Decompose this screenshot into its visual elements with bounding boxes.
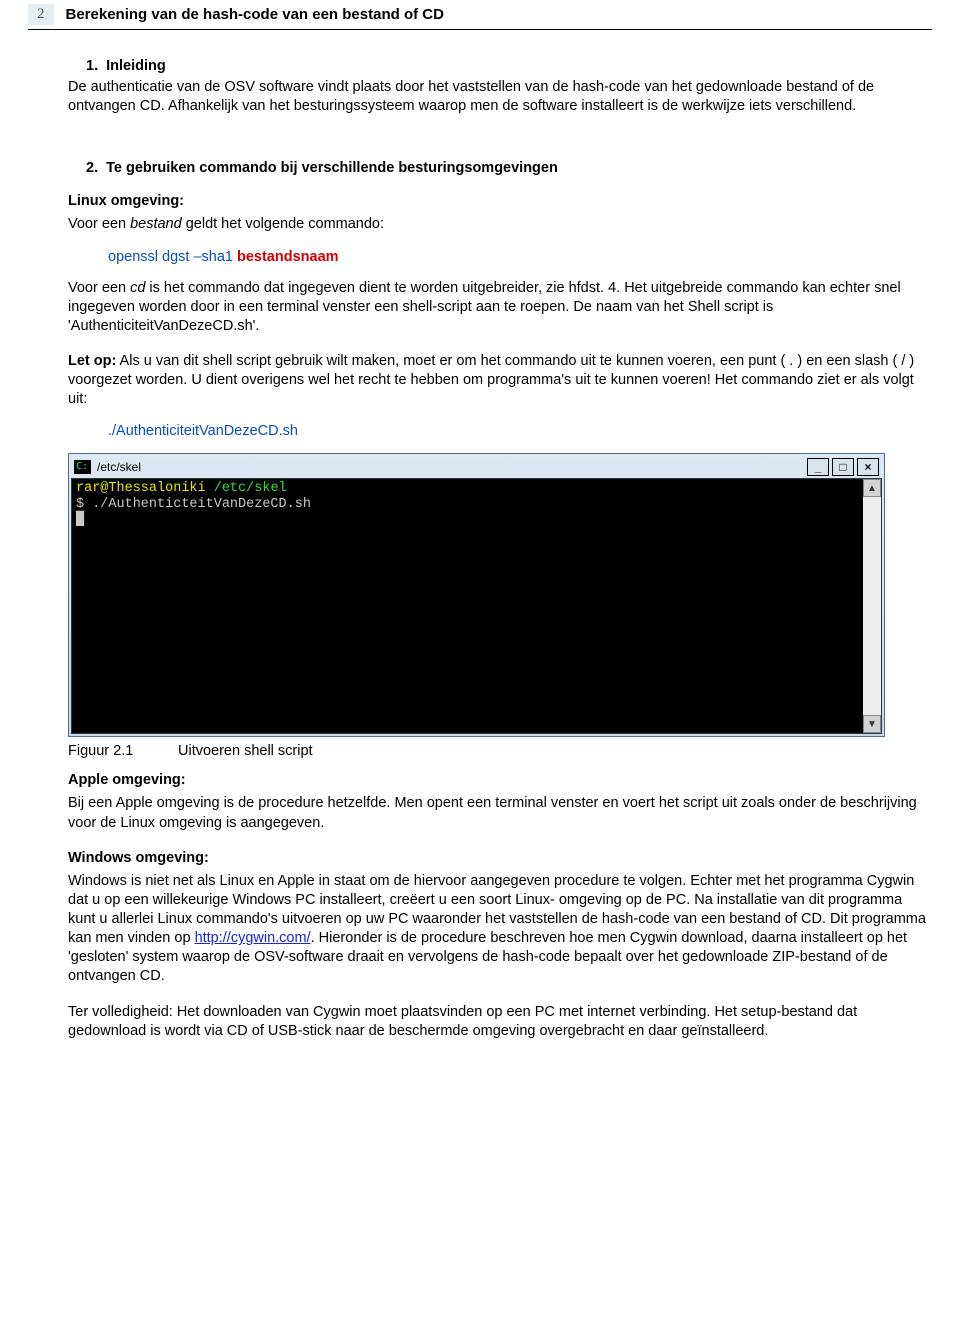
letop-para: Let op: Als u van dit shell script gebru… bbox=[68, 352, 926, 409]
windows-para-1: Windows is niet net als Linux en Apple i… bbox=[68, 872, 926, 987]
cmd-openssl-blue: openssl dgst –sha1 bbox=[108, 249, 237, 265]
letop-label: Let op: bbox=[68, 353, 116, 369]
apple-para: Bij een Apple omgeving is de procedure h… bbox=[68, 794, 926, 832]
section-1-number: 1. bbox=[86, 58, 98, 74]
linux-heading: Linux omgeving: bbox=[68, 193, 184, 209]
linux-para-2: Voor een cd is het commando dat ingegeve… bbox=[68, 279, 926, 336]
section-2-title: Te gebruiken commando bij verschillende … bbox=[106, 160, 558, 176]
linux-para-1: Voor een bestand geldt het volgende comm… bbox=[68, 215, 926, 234]
maximize-icon[interactable]: □ bbox=[832, 458, 854, 476]
terminal-titlebar: C: /etc/skel _ □ × bbox=[71, 456, 882, 478]
windows-para-2: Ter volledigheid: Het downloaden van Cyg… bbox=[68, 1003, 926, 1041]
figure-text: Uitvoeren shell script bbox=[178, 743, 313, 759]
scroll-down-icon[interactable]: ▼ bbox=[863, 715, 881, 733]
close-icon[interactable]: × bbox=[857, 458, 879, 476]
terminal-body[interactable]: rar@Thessaloniki /etc/skel $ ./Authentic… bbox=[72, 479, 863, 733]
page-header: 2 Berekening van de hash-code van een be… bbox=[28, 4, 932, 30]
section-1-para: De authenticatie van de OSV software vin… bbox=[68, 78, 926, 116]
figure-label: Figuur 2.1 bbox=[68, 743, 178, 759]
apple-heading: Apple omgeving: bbox=[68, 772, 186, 788]
scroll-up-icon[interactable]: ▲ bbox=[863, 479, 881, 497]
terminal-window: C: /etc/skel _ □ × rar@Thessaloniki /etc… bbox=[68, 453, 885, 737]
minimize-icon[interactable]: _ bbox=[807, 458, 829, 476]
terminal-title-path: /etc/skel bbox=[97, 460, 807, 474]
windows-heading: Windows omgeving: bbox=[68, 850, 209, 866]
section-2-heading: 2. Te gebruiken commando bij verschillend… bbox=[68, 160, 926, 176]
section-1-heading: 1. Inleiding bbox=[68, 58, 926, 74]
cmd-openssl-arg: bestandsnaam bbox=[237, 249, 339, 265]
command-openssl: openssl dgst –sha1 bestandsnaam bbox=[108, 249, 926, 265]
page-number: 2 bbox=[28, 4, 54, 25]
section-1-title: Inleiding bbox=[106, 58, 166, 74]
page-title: Berekening van de hash-code van een best… bbox=[66, 6, 444, 23]
command-script: ./AuthenticiteitVanDezeCD.sh bbox=[108, 423, 926, 439]
terminal-scrollbar[interactable]: ▲ ▼ bbox=[863, 479, 881, 733]
cygwin-link[interactable]: http://cygwin.com/ bbox=[195, 930, 311, 946]
terminal-icon: C: bbox=[74, 460, 91, 474]
figure-caption: Figuur 2.1Uitvoeren shell script bbox=[68, 743, 926, 759]
section-2-number: 2. bbox=[86, 160, 98, 176]
